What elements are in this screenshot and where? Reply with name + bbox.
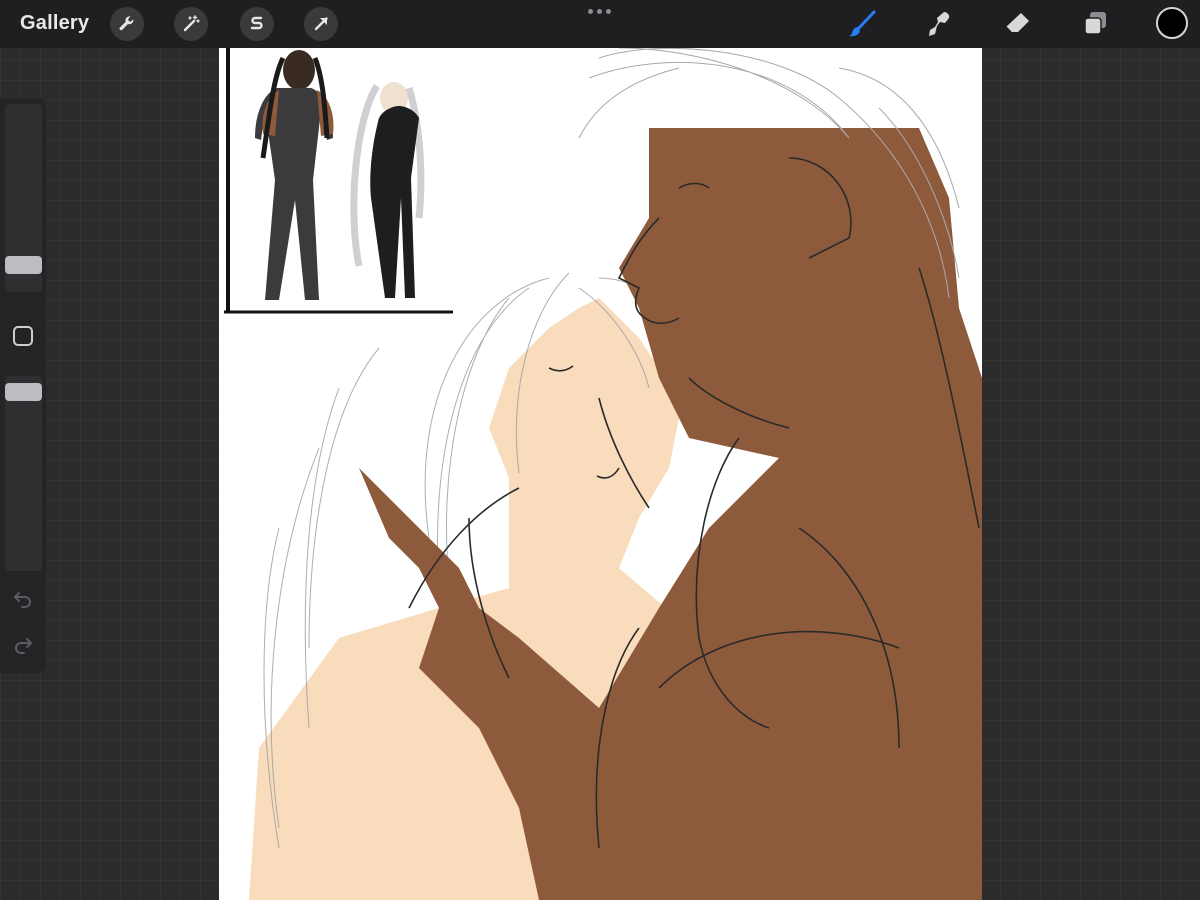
transform-arrow-icon (314, 17, 328, 31)
grabber-dot (588, 9, 593, 14)
color-picker-button[interactable] (1156, 7, 1188, 39)
drawing-canvas[interactable] (219, 48, 982, 900)
reference-sketch (224, 48, 454, 314)
canvas-grabber[interactable] (588, 9, 611, 14)
redo-icon[interactable] (11, 632, 35, 656)
layers-button[interactable] (1080, 8, 1112, 40)
selection-icon (250, 16, 263, 30)
actions-button[interactable] (110, 7, 144, 41)
gallery-button[interactable]: Gallery (20, 12, 89, 35)
brush-button[interactable] (846, 8, 878, 40)
grabber-dot (606, 9, 611, 14)
wrench-icon (119, 16, 134, 31)
magic-wand-icon (183, 15, 200, 32)
modifier-button[interactable] (13, 326, 33, 346)
eraser-icon (1005, 13, 1029, 33)
left-sidebar (0, 98, 46, 673)
opacity-knob[interactable] (5, 383, 42, 401)
layers-icon (1084, 12, 1106, 35)
top-toolbar: Gallery (0, 0, 1200, 48)
undo-icon[interactable] (11, 586, 35, 610)
opacity-slider[interactable] (5, 376, 42, 571)
brush-icon (849, 10, 876, 37)
eraser-button[interactable] (1002, 8, 1034, 40)
smudge-icon (929, 12, 950, 36)
selection-button[interactable] (240, 7, 274, 41)
artwork (224, 48, 982, 900)
grabber-dot (597, 9, 602, 14)
smudge-button[interactable] (924, 8, 956, 40)
brush-size-knob[interactable] (5, 256, 42, 274)
adjustments-button[interactable] (174, 7, 208, 41)
transform-button[interactable] (304, 7, 338, 41)
